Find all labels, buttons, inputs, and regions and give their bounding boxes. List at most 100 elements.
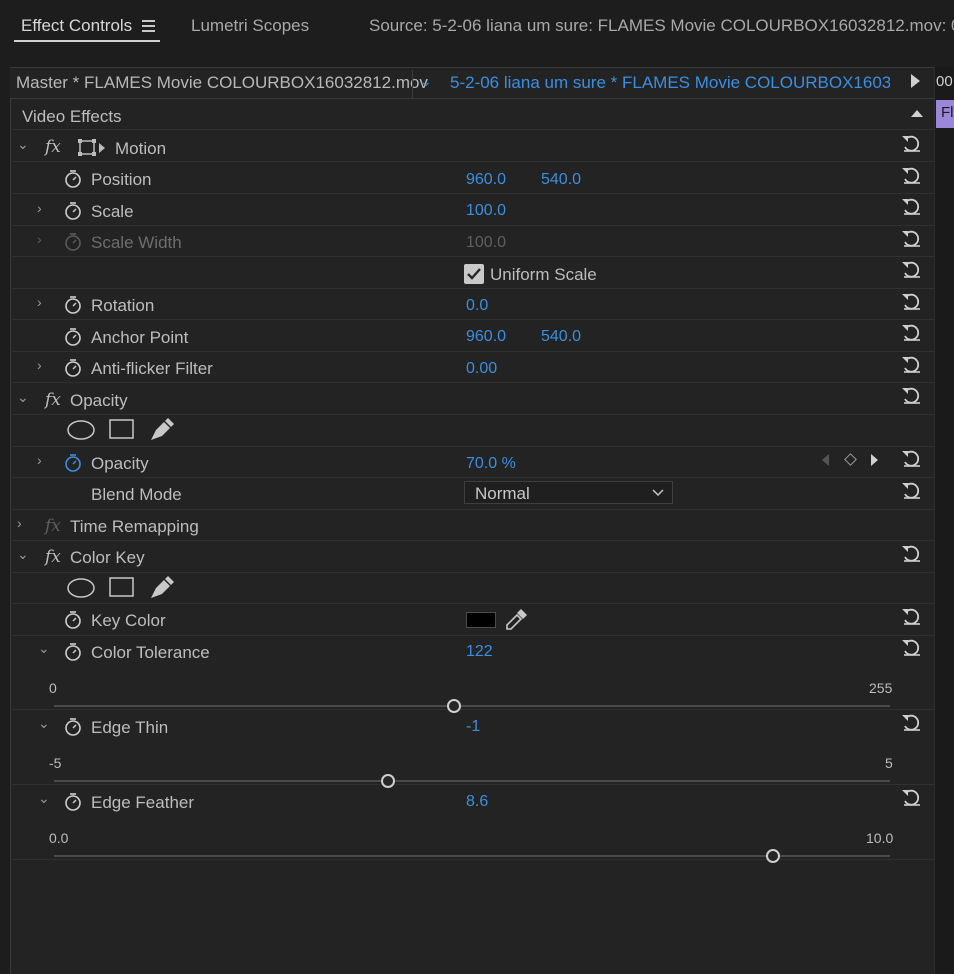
key-color-swatch[interactable] <box>466 612 496 628</box>
uniform-scale-checkbox[interactable] <box>464 264 484 284</box>
reset-icon[interactable] <box>900 606 922 626</box>
stopwatch-icon[interactable] <box>63 610 83 630</box>
reset-icon[interactable] <box>900 354 922 374</box>
color-tolerance-value[interactable]: 122 <box>466 643 493 661</box>
tab-lumetri-scopes[interactable]: Lumetri Scopes <box>191 16 309 36</box>
stopwatch-icon[interactable] <box>63 792 83 812</box>
reset-icon[interactable] <box>900 385 922 405</box>
mini-timeline[interactable] <box>934 67 954 974</box>
blend-mode-dropdown[interactable]: Normal <box>464 481 673 504</box>
edge-feather-slider-thumb[interactable] <box>765 849 780 863</box>
stopwatch-icon[interactable] <box>63 295 83 315</box>
reset-icon[interactable] <box>900 637 922 657</box>
stopwatch-icon[interactable] <box>63 327 83 347</box>
reset-icon[interactable] <box>900 480 922 500</box>
chevron-right-icon[interactable]: › <box>37 452 42 468</box>
chevron-down-icon[interactable]: ⌄ <box>17 389 29 406</box>
chevron-down-icon[interactable]: ⌄ <box>420 73 432 90</box>
effect-row-color-key <box>10 542 934 573</box>
param-label: Edge Feather <box>91 793 195 812</box>
anchor-x-value[interactable]: 960.0 <box>466 328 506 346</box>
stopwatch-icon[interactable] <box>63 358 83 378</box>
master-clip-label[interactable]: Master * FLAMES Movie COLOURBOX16032812.… <box>16 73 428 93</box>
rotation-value[interactable]: 0.0 <box>466 297 488 315</box>
blend-mode-value: Normal <box>475 484 530 503</box>
stopwatch-icon[interactable] <box>63 717 83 737</box>
ellipse-mask-icon[interactable] <box>67 419 97 441</box>
reset-icon[interactable] <box>900 259 922 279</box>
panel-menu-icon[interactable] <box>142 20 155 32</box>
chevron-right-icon[interactable]: › <box>17 515 22 531</box>
chevron-right-icon[interactable]: › <box>37 294 42 310</box>
edge-feather-value[interactable]: 8.6 <box>466 793 488 811</box>
chevron-down-icon[interactable]: ⌄ <box>38 790 50 807</box>
reset-icon[interactable] <box>900 165 922 185</box>
scroll-up-icon[interactable] <box>911 110 923 117</box>
ellipse-mask-icon[interactable] <box>67 577 97 599</box>
param-label: Key Color <box>91 611 166 630</box>
reset-icon[interactable] <box>900 133 922 153</box>
slider-min-label: -5 <box>49 755 62 771</box>
stopwatch-active-icon[interactable] <box>63 453 83 473</box>
stopwatch-icon[interactable] <box>63 642 83 662</box>
play-icon[interactable] <box>911 74 920 88</box>
stopwatch-icon[interactable] <box>63 169 83 189</box>
pen-mask-icon[interactable] <box>148 574 176 600</box>
timeline-timecode: 00 <box>936 73 953 90</box>
chevron-down-icon[interactable]: ⌄ <box>38 715 50 732</box>
slider-max-label: 10.0 <box>866 830 894 846</box>
next-keyframe-icon[interactable] <box>871 454 878 466</box>
reset-icon[interactable] <box>900 322 922 342</box>
effect-name-motion: Motion <box>115 139 167 158</box>
fx-icon[interactable]: fx <box>45 137 61 157</box>
scale-value[interactable]: 100.0 <box>466 202 506 220</box>
eyedropper-icon[interactable] <box>504 608 528 632</box>
reset-icon[interactable] <box>900 291 922 311</box>
chevron-right-icon[interactable]: › <box>37 357 42 373</box>
reset-icon[interactable] <box>900 196 922 216</box>
color-tolerance-slider-track[interactable] <box>54 705 890 707</box>
active-tab-indicator <box>14 40 160 42</box>
chevron-down-icon[interactable]: ⌄ <box>17 546 29 563</box>
tab-source[interactable]: Source: 5-2-06 liana um sure: FLAMES Mov… <box>369 16 954 36</box>
param-label: Opacity <box>91 454 149 473</box>
edge-thin-value[interactable]: -1 <box>466 718 480 736</box>
param-label: Anchor Point <box>91 328 189 347</box>
chevron-right-icon[interactable]: › <box>37 200 42 216</box>
rectangle-mask-icon[interactable] <box>109 577 135 599</box>
slider-max-label: 255 <box>869 680 893 696</box>
transform-icon[interactable] <box>78 139 106 157</box>
param-label: Rotation <box>91 296 155 315</box>
reset-icon[interactable] <box>900 787 922 807</box>
reset-icon[interactable] <box>900 228 922 248</box>
fx-icon[interactable]: fx <box>45 516 61 536</box>
opacity-value[interactable]: 70.0 % <box>466 455 516 473</box>
anti-flicker-value[interactable]: 0.00 <box>466 360 497 378</box>
position-y-value[interactable]: 540.0 <box>541 171 581 189</box>
sequence-clip-label[interactable]: 5-2-06 liana um sure * FLAMES Movie COLO… <box>450 73 890 93</box>
stopwatch-icon[interactable] <box>63 201 83 221</box>
uniform-scale-label: Uniform Scale <box>490 265 597 284</box>
timeline-clip[interactable]: Fl <box>936 100 954 128</box>
edge-feather-slider-track[interactable] <box>54 855 890 857</box>
reset-icon[interactable] <box>900 448 922 468</box>
chevron-right-icon[interactable]: › <box>37 231 42 247</box>
edge-thin-slider-track[interactable] <box>54 780 890 782</box>
pen-mask-icon[interactable] <box>148 416 176 442</box>
fx-icon[interactable]: fx <box>45 547 61 567</box>
chevron-down-icon[interactable]: ⌄ <box>17 136 29 153</box>
anchor-y-value[interactable]: 540.0 <box>541 328 581 346</box>
position-x-value[interactable]: 960.0 <box>466 171 506 189</box>
reset-icon[interactable] <box>900 543 922 563</box>
chevron-down-icon[interactable]: ⌄ <box>38 640 50 657</box>
scale-width-value: 100.0 <box>466 234 507 251</box>
stopwatch-icon[interactable] <box>63 232 83 252</box>
prev-keyframe-icon[interactable] <box>822 454 829 466</box>
param-label: Color Tolerance <box>91 643 210 662</box>
section-title: Video Effects <box>22 107 122 126</box>
param-label: Scale <box>91 202 134 221</box>
tab-effect-controls[interactable]: Effect Controls <box>21 16 132 36</box>
reset-icon[interactable] <box>900 712 922 732</box>
fx-icon[interactable]: fx <box>45 390 61 410</box>
rectangle-mask-icon[interactable] <box>109 419 135 441</box>
